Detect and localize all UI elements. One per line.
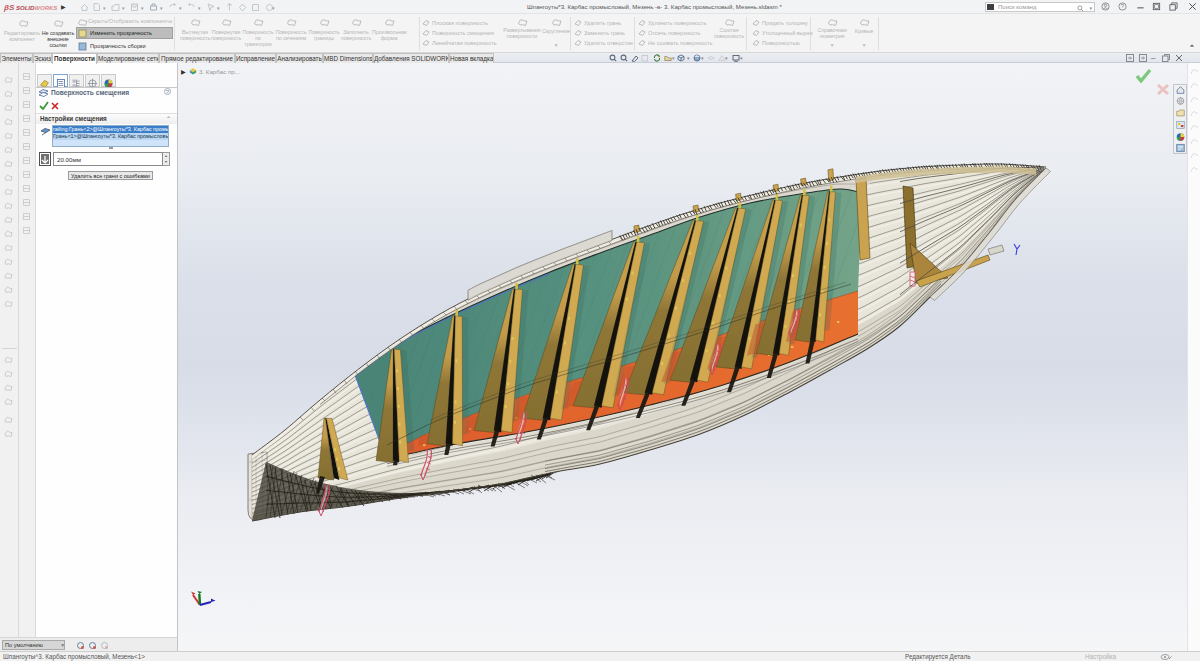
svg-text:?: ? [1121, 3, 1125, 9]
